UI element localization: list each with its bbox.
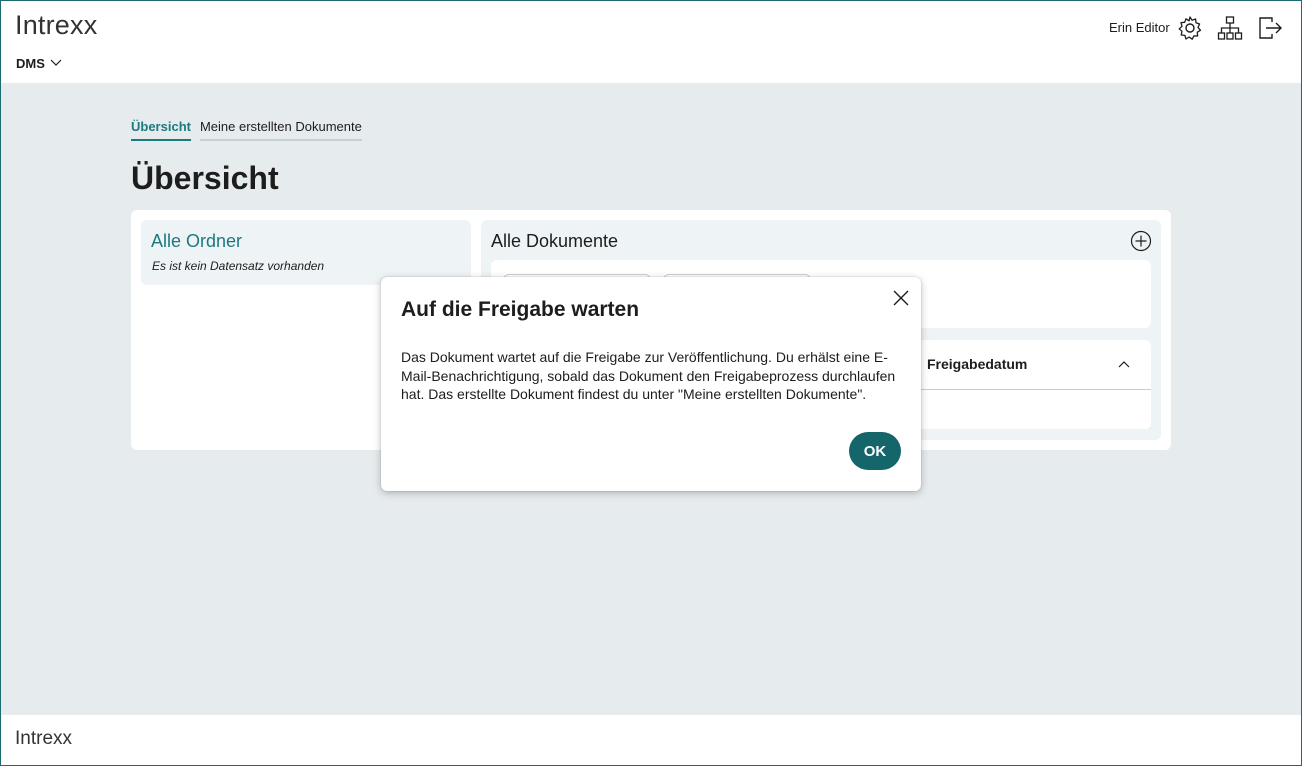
tab-meine-erstellten-dokumente[interactable]: Meine erstellten Dokumente <box>199 119 362 141</box>
chevron-down-icon <box>49 55 63 72</box>
ok-button[interactable]: OK <box>849 432 901 470</box>
add-document-button[interactable] <box>1130 230 1152 252</box>
sitemap-icon[interactable] <box>1216 14 1244 42</box>
logout-icon[interactable] <box>1256 14 1284 42</box>
header: Intrexx DMS Erin Editor <box>0 0 1302 83</box>
folders-empty-text: Es ist kein Datensatz vorhanden <box>152 259 325 273</box>
tab-uebersicht[interactable]: Übersicht <box>131 119 191 141</box>
gear-icon[interactable] <box>1176 14 1204 42</box>
documents-title: Alle Dokumente <box>491 231 619 251</box>
app-menu-label: DMS <box>16 56 45 71</box>
plus-circle-icon <box>1130 230 1152 252</box>
chevron-up-icon[interactable] <box>1116 356 1132 372</box>
folders-panel: Alle Ordner Es ist kein Datensatz vorhan… <box>141 220 471 285</box>
footer <box>0 715 1302 766</box>
folders-title[interactable]: Alle Ordner <box>151 231 242 252</box>
dialog-title: Auf die Freigabe warten <box>401 298 640 321</box>
approval-dialog: Auf die Freigabe warten Das Dokument war… <box>381 277 921 491</box>
close-icon[interactable] <box>891 288 911 308</box>
tab-bar: Übersicht Meine erstellten Dokumente <box>131 119 362 141</box>
user-name[interactable]: Erin Editor <box>1109 20 1170 35</box>
app-menu[interactable]: DMS <box>16 55 63 72</box>
page-title: Übersicht <box>131 160 279 196</box>
footer-logo: Intrexx <box>15 728 73 749</box>
dialog-message: Das Dokument wartet auf die Freigabe zur… <box>401 349 896 402</box>
column-header-freigabedatum[interactable]: Freigabedatum <box>927 356 1027 372</box>
intrexx-logo[interactable]: Intrexx <box>15 10 97 41</box>
